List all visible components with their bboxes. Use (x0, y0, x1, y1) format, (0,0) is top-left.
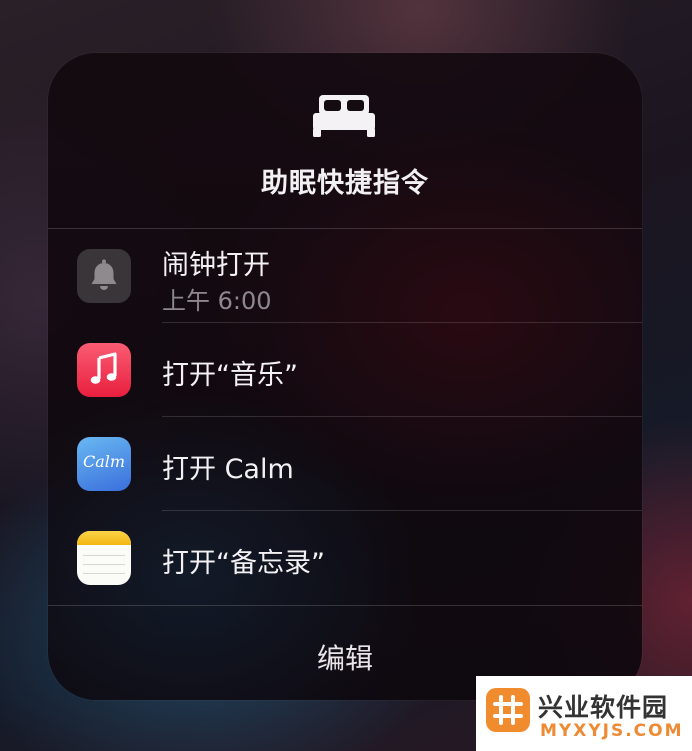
watermark-domain: MYXYJS.COM (540, 721, 684, 741)
shortcut-label: 打开“音乐” (162, 360, 298, 391)
shortcut-open-notes[interactable]: 打开“备忘录” (48, 511, 642, 605)
shortcut-label: 打开 Calm (162, 454, 294, 485)
shortcut-open-calm[interactable]: Calm 打开 Calm (48, 417, 642, 511)
watermark: 兴业软件园 MYXYJS.COM (476, 676, 692, 751)
sleep-shortcuts-panel: 助眠快捷指令 闹钟打开 上午 6:00 打开“音乐” Calm 打开 Calm … (48, 53, 642, 700)
watermark-logo-icon (486, 688, 530, 732)
alarm-time: 上午 6:00 (162, 287, 272, 315)
music-app-icon (77, 343, 131, 397)
notes-app-icon (77, 531, 131, 585)
edit-button[interactable]: 编辑 (48, 637, 642, 677)
panel-title: 助眠快捷指令 (261, 168, 429, 199)
shortcut-open-music[interactable]: 打开“音乐” (48, 323, 642, 417)
bed-icon (313, 95, 375, 137)
shortcut-label: 打开“备忘录” (162, 548, 325, 579)
shortcut-alarm[interactable]: 闹钟打开 上午 6:00 (48, 229, 642, 323)
shortcut-label: 闹钟打开 (162, 250, 270, 281)
bell-icon (77, 249, 131, 303)
calm-app-icon: Calm (77, 437, 131, 491)
watermark-name: 兴业软件园 (538, 693, 669, 722)
divider (48, 605, 642, 606)
